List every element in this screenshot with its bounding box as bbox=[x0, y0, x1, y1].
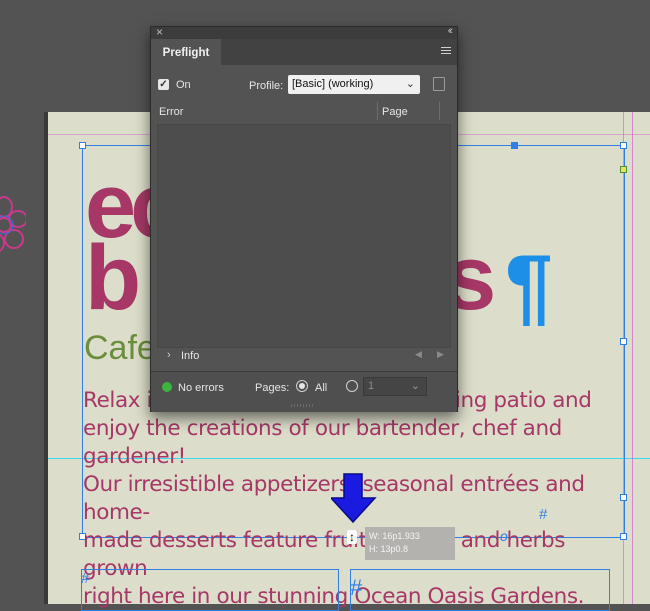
chevron-down-icon: ⌄ bbox=[410, 380, 420, 392]
resize-cursor-icon: ↕ bbox=[347, 530, 357, 544]
profile-value: [Basic] (working) bbox=[292, 78, 374, 90]
tooltip-height: H: 13p0.8 bbox=[369, 544, 409, 554]
down-arrow-annotation bbox=[331, 473, 377, 524]
overset-marker[interactable]: o bbox=[500, 528, 508, 544]
page-range-radio[interactable] bbox=[346, 380, 358, 392]
tab-preflight[interactable]: Preflight bbox=[151, 39, 221, 65]
preflight-panel[interactable]: × ‹‹ Preflight ✓ On Profile: [Basic] (wo… bbox=[150, 25, 458, 412]
lower-frame-right[interactable] bbox=[350, 569, 610, 611]
column-header-error[interactable]: Error bbox=[159, 106, 183, 118]
profile-dropdown[interactable]: [Basic] (working) ⌄ bbox=[288, 75, 420, 94]
status-text: No errors bbox=[178, 382, 224, 394]
chevron-right-icon[interactable]: › bbox=[167, 349, 171, 361]
error-list[interactable] bbox=[157, 124, 451, 348]
info-section[interactable]: › Info ◀ ▶ bbox=[157, 345, 449, 367]
all-pages-radio[interactable] bbox=[296, 380, 308, 392]
on-checkbox[interactable]: ✓ bbox=[158, 79, 169, 90]
dimension-tooltip: W: 16p1.933 H: 13p0.8 bbox=[365, 527, 455, 560]
panel-menu-icon[interactable] bbox=[441, 47, 451, 56]
body-line-2: enjoy the creations of our bartender, ch… bbox=[83, 416, 562, 469]
margin-line-right bbox=[632, 112, 633, 604]
column-separator-2 bbox=[439, 102, 440, 120]
frame-handle-top-center[interactable] bbox=[511, 142, 518, 149]
panel-tab-row: Preflight bbox=[151, 39, 457, 65]
frame-corner-option[interactable] bbox=[620, 166, 627, 173]
profile-label: Profile: bbox=[249, 80, 284, 92]
lower-frame-left[interactable] bbox=[81, 569, 339, 611]
flower-graphic[interactable] bbox=[0, 185, 26, 265]
info-label: Info bbox=[181, 350, 200, 362]
frame-handle-top-left[interactable] bbox=[79, 142, 86, 149]
frame-handle-middle-right[interactable] bbox=[620, 338, 627, 345]
lower-frame-right-hash: # bbox=[350, 575, 363, 600]
frame-handle-top-right[interactable] bbox=[620, 142, 627, 149]
pages-label: Pages: bbox=[255, 382, 290, 394]
lower-frame-left-hash: # bbox=[81, 570, 90, 587]
chevron-down-icon: ⌄ bbox=[405, 78, 415, 90]
panel-titlebar[interactable]: × ‹‹ bbox=[151, 25, 457, 39]
next-arrow-icon[interactable]: ▶ bbox=[437, 349, 444, 360]
page-range-field[interactable]: 1 ⌄ bbox=[363, 377, 427, 396]
all-label: All bbox=[315, 382, 328, 394]
close-icon[interactable]: × bbox=[156, 25, 163, 39]
column-separator[interactable] bbox=[377, 102, 378, 120]
collapse-icon[interactable]: ‹‹ bbox=[448, 25, 454, 37]
on-label: On bbox=[176, 79, 191, 91]
previous-arrow-icon[interactable]: ◀ bbox=[415, 349, 422, 360]
column-header-page[interactable]: Page bbox=[382, 106, 408, 118]
tooltip-width: W: 16p1.933 bbox=[369, 531, 420, 541]
resize-grip[interactable] bbox=[291, 404, 315, 407]
end-of-story-hash: # bbox=[539, 506, 548, 523]
status-ok-icon bbox=[162, 382, 172, 392]
define-profiles-icon[interactable] bbox=[433, 77, 445, 91]
